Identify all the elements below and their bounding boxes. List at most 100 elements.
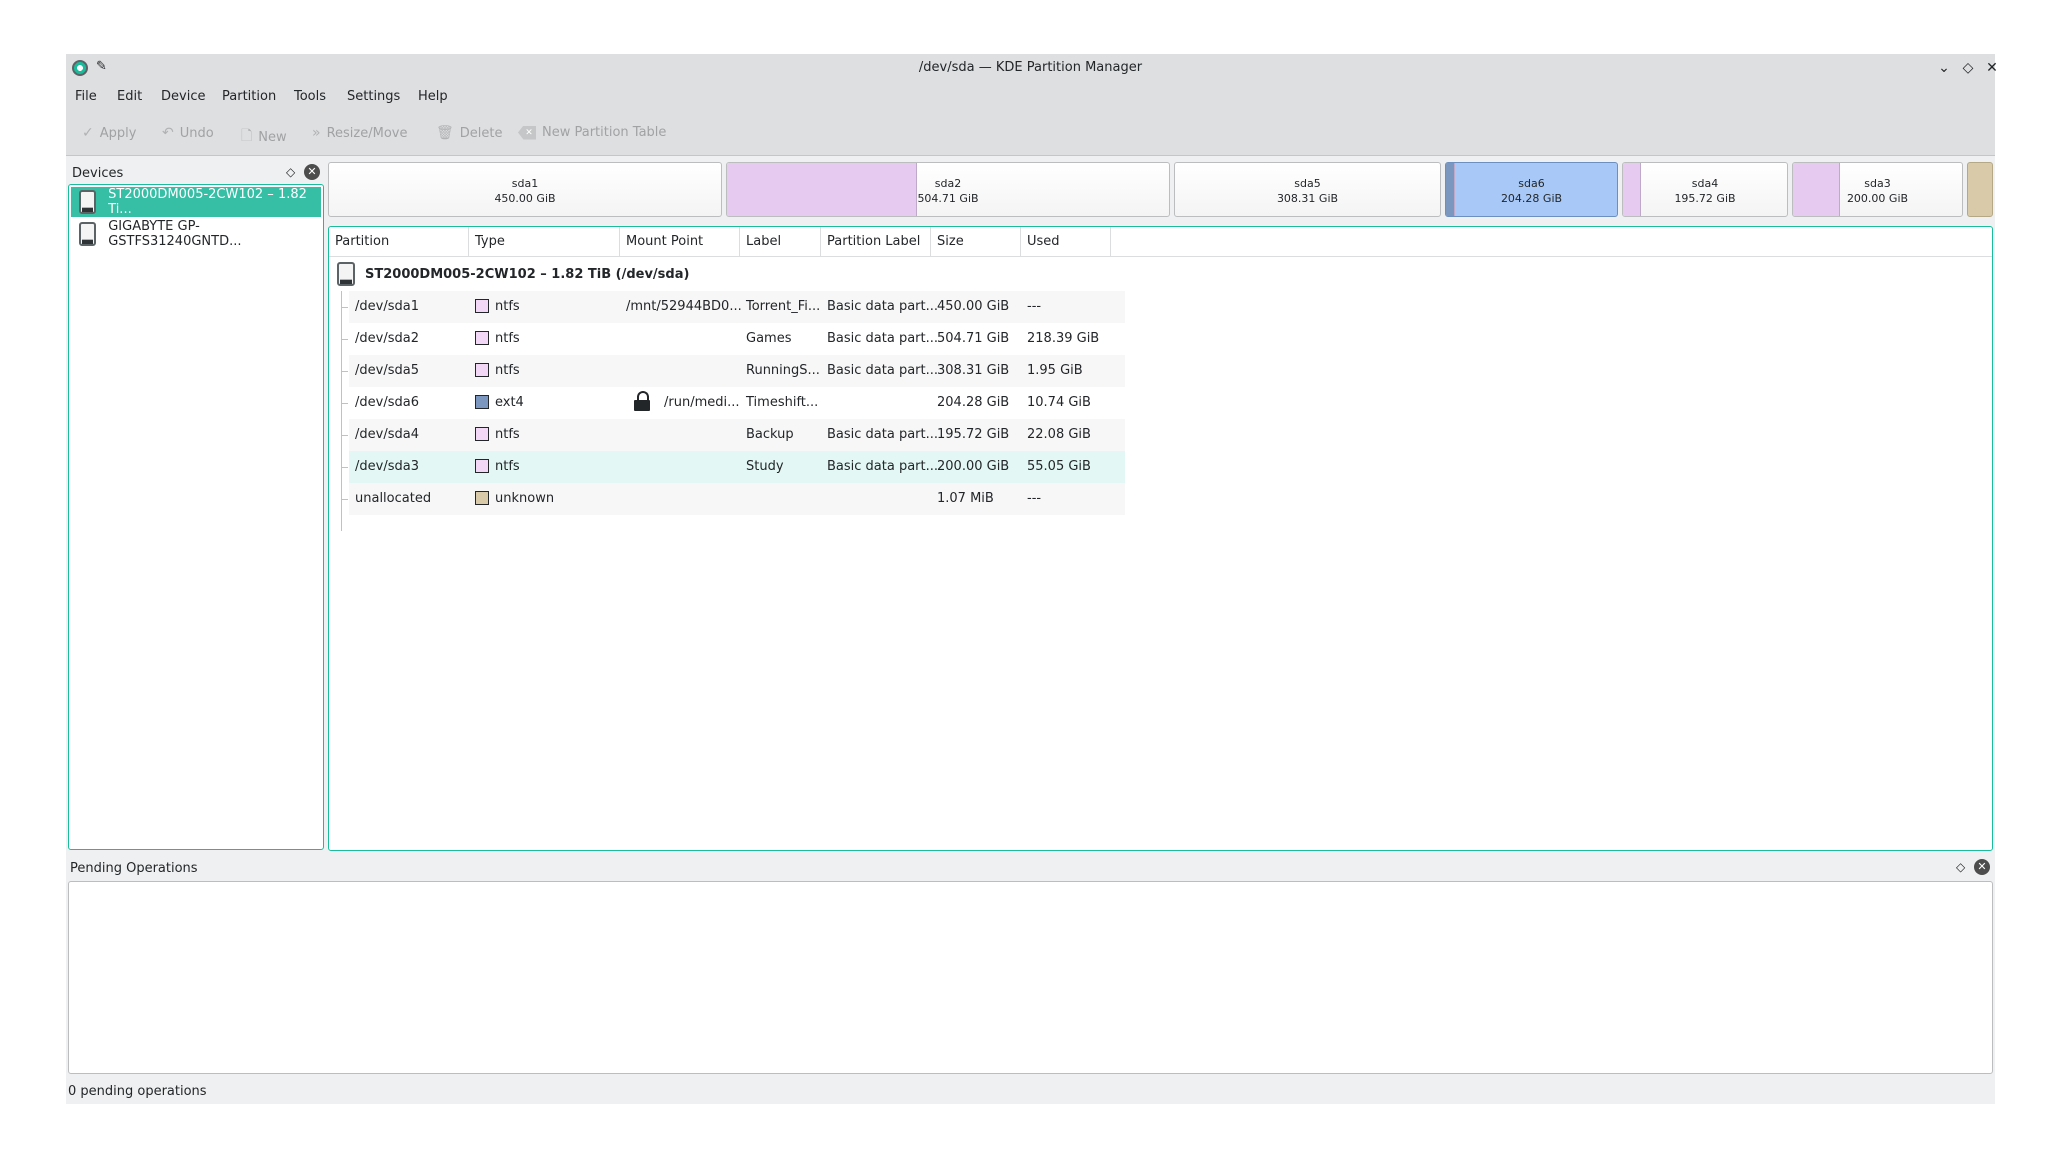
menu-bar: File Edit Device Partition Tools Setting… — [66, 82, 1995, 112]
filesystem-color-swatch — [475, 490, 489, 505]
lock-icon — [634, 390, 650, 411]
float-panel-icon[interactable]: ◇ — [286, 165, 295, 179]
tree-branch — [341, 499, 348, 500]
cell-partition: /dev/sda6 — [355, 395, 419, 410]
partition-segment-sda4[interactable]: sda4 195.72 GiB — [1622, 162, 1788, 217]
table-row[interactable]: /dev/sda3 ntfs Study Basic data part... 200.… — [341, 451, 1125, 483]
undo-label: Undo — [179, 125, 214, 141]
float-panel-icon[interactable]: ◇ — [1956, 860, 1965, 874]
cell-size: 450.00 GiB — [937, 299, 1010, 314]
tree-branch — [341, 339, 348, 340]
type-text: ntfs — [495, 427, 520, 442]
column-used[interactable]: Used — [1021, 227, 1111, 257]
table-row[interactable]: /dev/sda4 ntfs Backup Basic data part... 195… — [341, 419, 1125, 451]
disk-row[interactable]: ST2000DM005-2CW102 – 1.82 TiB (/dev/sda) — [329, 259, 689, 289]
segment-name: sda4 — [1691, 177, 1719, 190]
partition-bar: sda1 450.00 GiB sda2 504.71 GiB sda5 308.31… — [328, 160, 1993, 218]
cell-partition: /dev/sda2 — [355, 331, 419, 346]
segment-size: 200.00 GiB — [1846, 192, 1909, 205]
column-label[interactable]: Label — [740, 227, 821, 257]
filesystem-color-swatch — [475, 330, 489, 345]
cell-size: 1.07 MiB — [937, 491, 994, 506]
table-header: Partition Type Mount Point Label Partiti… — [329, 227, 1992, 257]
cell-type: ext4 — [475, 387, 524, 419]
partition-segment-sda2[interactable]: sda2 504.71 GiB — [726, 162, 1170, 217]
apply-button[interactable]: ✓ Apply — [82, 125, 136, 141]
partition-segment-sda6[interactable]: sda6 204.28 GiB — [1445, 162, 1618, 217]
filesystem-color-swatch — [475, 362, 489, 377]
partition-segment-sda3[interactable]: sda3 200.00 GiB — [1792, 162, 1963, 217]
new-label: New — [258, 129, 287, 145]
segment-size: 195.72 GiB — [1674, 192, 1736, 205]
menu-file[interactable]: File — [75, 89, 97, 104]
column-type[interactable]: Type — [469, 227, 620, 257]
cell-partition-label: Basic data part... — [827, 363, 939, 378]
device-item-gigabyte[interactable]: GIGABYTE GP-GSTFS31240GNTD... — [71, 219, 321, 249]
cell-used: --- — [1027, 491, 1042, 506]
column-mount-point[interactable]: Mount Point — [620, 227, 740, 257]
clear-table-icon: ✕ — [518, 125, 536, 140]
type-text: ntfs — [495, 459, 520, 474]
close-button[interactable]: ✕ — [1982, 58, 2002, 78]
window-title: /dev/sda — KDE Partition Manager — [918, 60, 1143, 75]
partition-table: Partition Type Mount Point Label Partiti… — [328, 226, 1993, 851]
menu-partition[interactable]: Partition — [222, 89, 276, 104]
cell-size: 195.72 GiB — [937, 427, 1010, 442]
tree-branch — [341, 467, 348, 468]
partition-segment-sda1[interactable]: sda1 450.00 GiB — [328, 162, 722, 217]
device-list: ST2000DM005-2CW102 – 1.82 Ti... GIGABYTE… — [68, 184, 324, 850]
partition-segment-unallocated[interactable] — [1967, 162, 1993, 217]
pending-operations-panel: Pending Operations ◇ ✕ — [66, 855, 1995, 1078]
type-text: ntfs — [495, 299, 520, 314]
new-partition-table-label: New Partition Table — [542, 125, 667, 140]
device-item-sda[interactable]: ST2000DM005-2CW102 – 1.82 Ti... — [71, 187, 321, 217]
cell-used: 22.08 GiB — [1027, 427, 1091, 442]
segment-name: sda2 — [934, 177, 962, 190]
cell-size: 308.31 GiB — [937, 363, 1010, 378]
segment-size: 308.31 GiB — [1276, 192, 1339, 205]
filesystem-color-swatch — [475, 426, 489, 441]
cell-partition: /dev/sda1 — [355, 299, 419, 314]
maximize-button[interactable]: ◇ — [1958, 58, 1978, 78]
pending-operations-title: Pending Operations — [70, 861, 198, 876]
table-row[interactable]: unallocated unknown 1.07 MiB --- — [341, 483, 1125, 515]
device-label: ST2000DM005-2CW102 – 1.82 Ti... — [108, 187, 307, 217]
menu-device[interactable]: Device — [161, 89, 205, 104]
column-partition-label[interactable]: Partition Label — [821, 227, 931, 257]
segment-size: 450.00 GiB — [494, 192, 556, 205]
partition-segment-sda5[interactable]: sda5 308.31 GiB — [1174, 162, 1441, 217]
cell-type: ntfs — [475, 451, 520, 483]
table-row[interactable]: /dev/sda5 ntfs RunningS... Basic data part.… — [341, 355, 1125, 387]
menu-tools[interactable]: Tools — [294, 89, 326, 104]
filesystem-color-swatch — [475, 458, 489, 473]
undo-button[interactable]: ↶ Undo — [162, 125, 214, 141]
column-partition[interactable]: Partition — [329, 227, 469, 257]
cell-used: 1.95 GiB — [1027, 363, 1083, 378]
table-row[interactable]: /dev/sda2 ntfs Games Basic data part... 504.… — [341, 323, 1125, 355]
column-size[interactable]: Size — [931, 227, 1021, 257]
delete-button[interactable]: 🗑 Delete — [436, 125, 503, 141]
segment-name: sda3 — [1864, 177, 1891, 190]
resize-move-button[interactable]: » Resize/Move — [312, 125, 407, 141]
minimize-button[interactable]: ⌄ — [1934, 58, 1954, 78]
close-panel-icon[interactable]: ✕ — [1974, 859, 1990, 875]
new-button[interactable]: 🗋 New — [241, 125, 287, 149]
cell-partition-label: Basic data part... — [827, 459, 939, 474]
close-panel-icon[interactable]: ✕ — [304, 164, 320, 180]
table-row[interactable]: /dev/sda1 ntfs/mnt/52944BD0... Torrent_Fi.… — [341, 291, 1125, 323]
table-row[interactable]: /dev/sda6 ext4/run/medi... Timeshift... 204… — [341, 387, 1125, 419]
undo-icon: ↶ — [162, 125, 174, 141]
device-label: GIGABYTE GP-GSTFS31240GNTD... — [108, 219, 242, 249]
cell-label: Study — [746, 459, 784, 474]
cell-mount-point: /run/medi... — [626, 387, 740, 419]
menu-settings[interactable]: Settings — [347, 89, 400, 104]
devices-title: Devices — [72, 166, 124, 181]
segment-name: sda6 — [1518, 177, 1545, 190]
apply-label: Apply — [99, 125, 137, 141]
filesystem-color-swatch — [475, 394, 489, 409]
menu-edit[interactable]: Edit — [117, 89, 142, 104]
new-partition-table-button[interactable]: ✕ New Partition Table — [518, 125, 666, 140]
menu-help[interactable]: Help — [418, 89, 448, 104]
cell-size: 204.28 GiB — [937, 395, 1010, 410]
type-text: ntfs — [495, 331, 520, 346]
